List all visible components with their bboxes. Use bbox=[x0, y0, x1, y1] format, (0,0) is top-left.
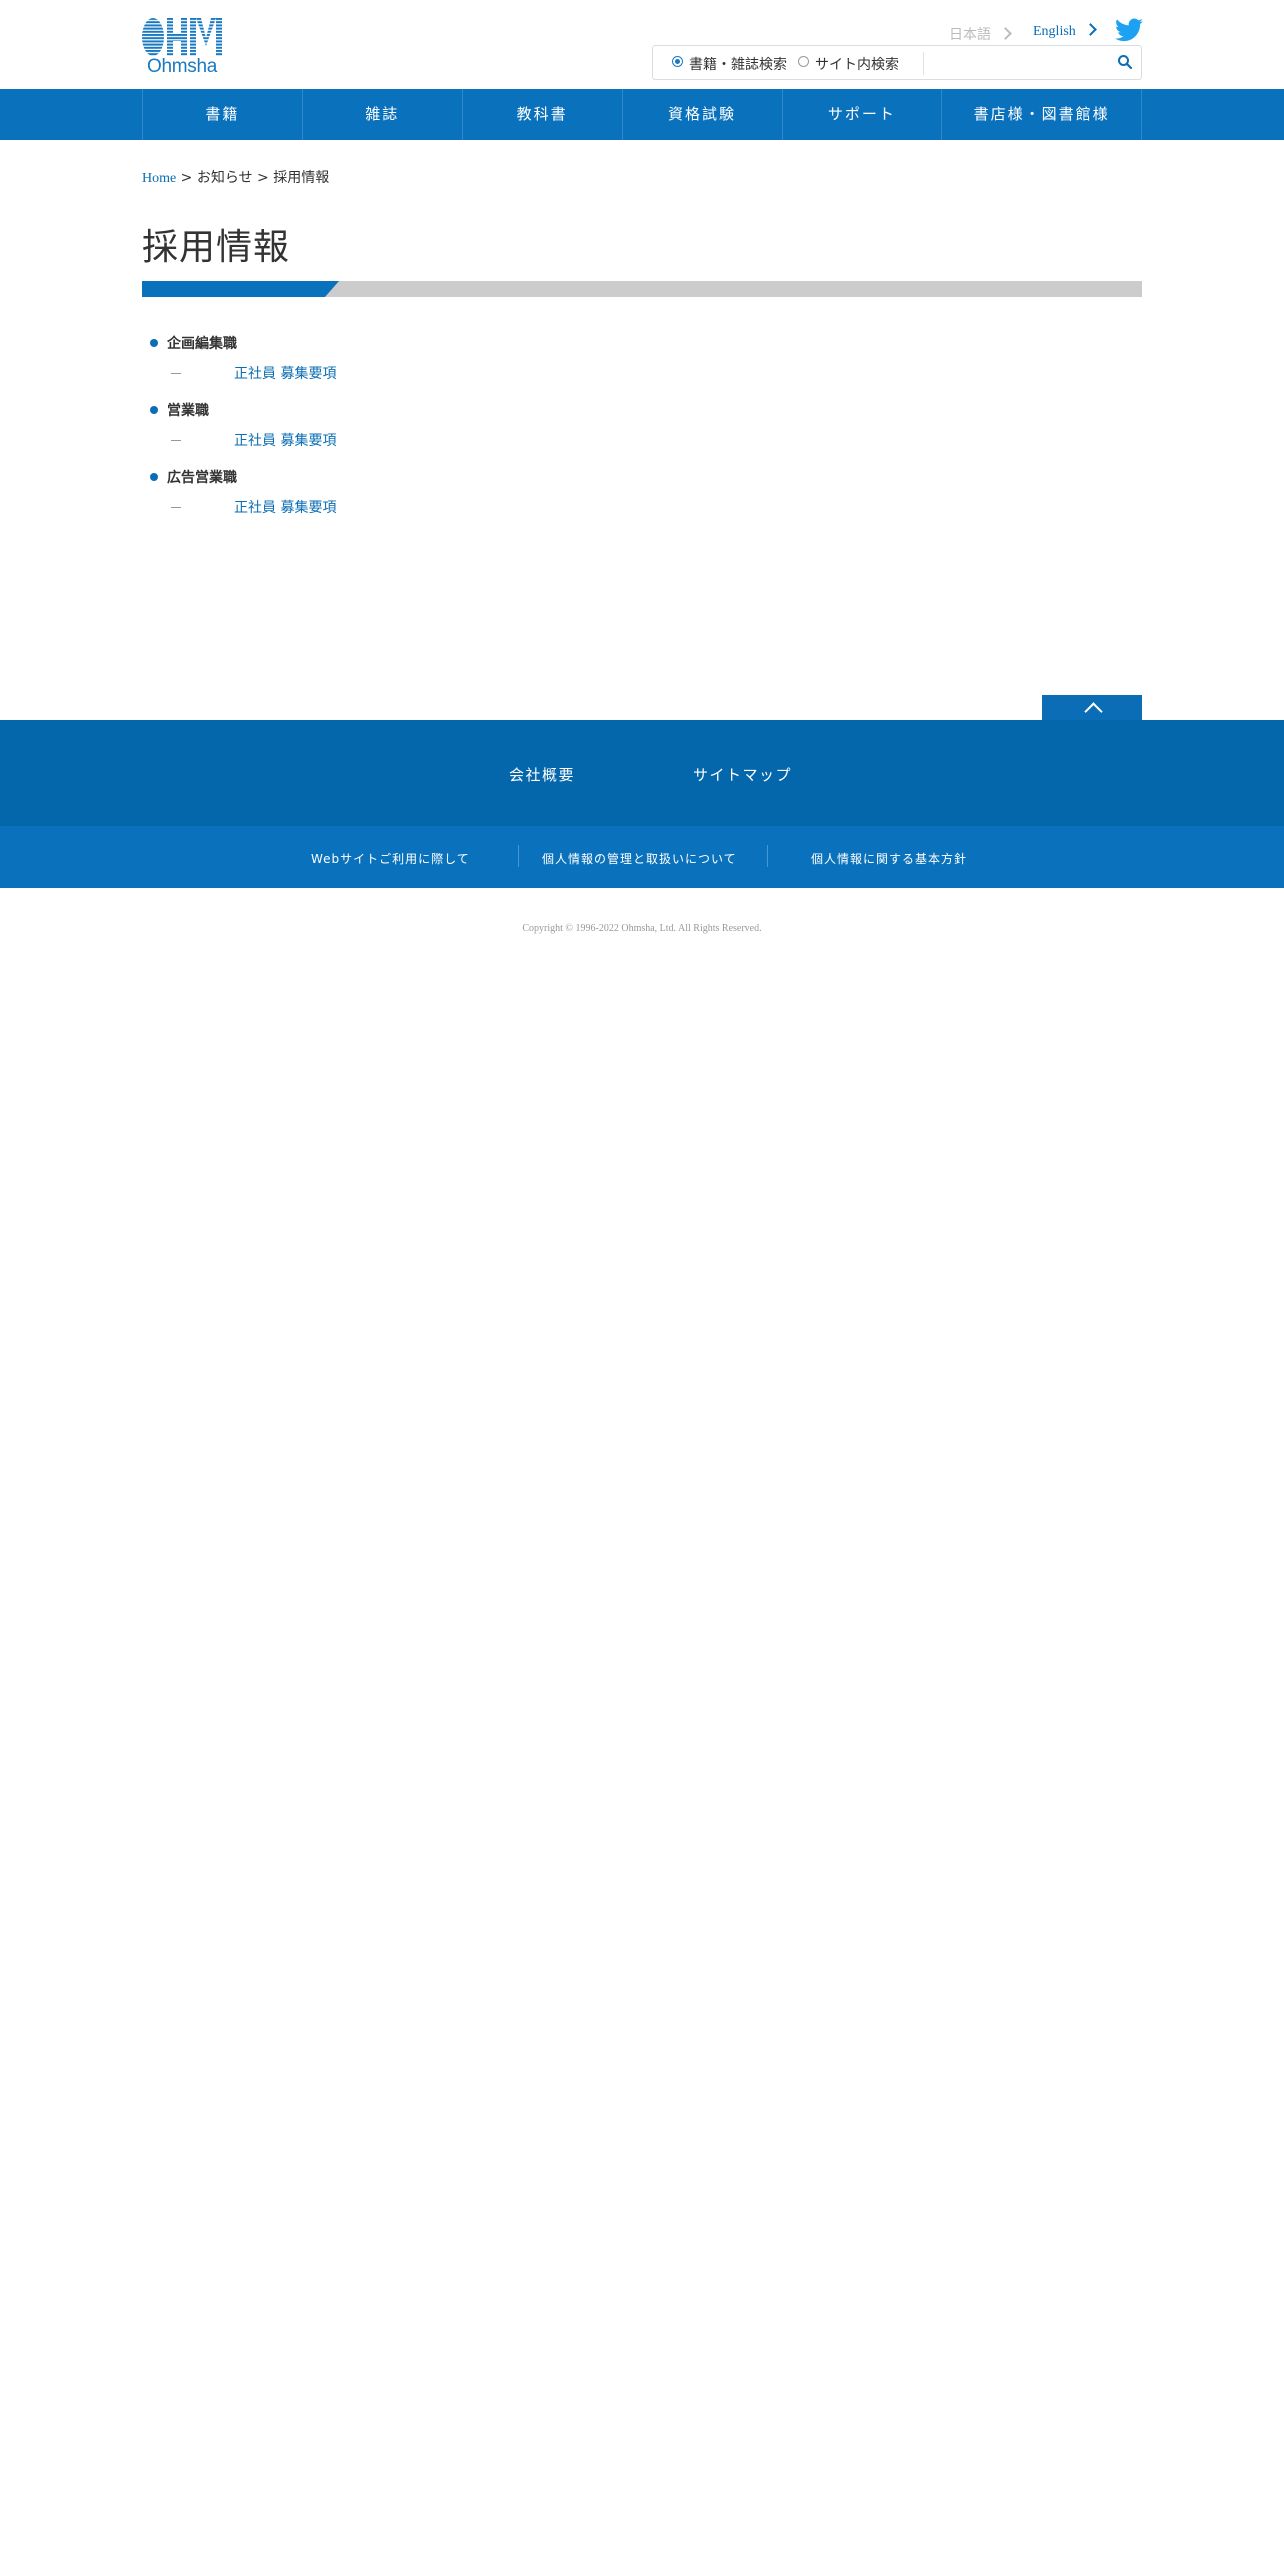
list-item: 営業職 正社員 募集要項 bbox=[150, 400, 750, 467]
list-item: 広告営業職 正社員 募集要項 bbox=[150, 467, 750, 534]
chevron-right-icon bbox=[999, 27, 1012, 40]
footer-link-terms[interactable]: Webサイトご利用に際して bbox=[311, 850, 470, 867]
bullet-icon bbox=[150, 473, 158, 481]
page-top-button[interactable] bbox=[1042, 695, 1142, 721]
copyright: Copyright © 1996-2022 Ohmsha, Ltd. All R… bbox=[522, 923, 762, 934]
search-box: 書籍・雑誌検索 サイト内検索 bbox=[652, 45, 1142, 80]
footer-link-privacy-policy[interactable]: 個人情報に関する基本方針 bbox=[811, 850, 967, 867]
lang-english-link[interactable]: English bbox=[1033, 23, 1097, 40]
dash-icon bbox=[171, 440, 181, 441]
footer-link-privacy-handling[interactable]: 個人情報の管理と取扱いについて bbox=[542, 850, 737, 867]
footer-secondary: Webサイトご利用に際して 個人情報の管理と取扱いについて 個人情報に関する基本… bbox=[0, 826, 1284, 888]
breadcrumb-current: 採用情報 bbox=[273, 170, 330, 186]
bullet-icon bbox=[150, 339, 158, 347]
footer-divider bbox=[767, 845, 768, 867]
ohmsha-logo[interactable]: Ohmsha bbox=[142, 18, 222, 80]
job-requirements-link[interactable]: 正社員 募集要項 bbox=[234, 363, 336, 383]
twitter-icon bbox=[1115, 18, 1143, 42]
dash-icon bbox=[171, 507, 181, 508]
nav-item-magazines[interactable]: 雑誌 bbox=[303, 89, 463, 140]
twitter-link[interactable] bbox=[1115, 18, 1143, 42]
ohm-logo-icon bbox=[142, 18, 222, 56]
nav-item-textbooks[interactable]: 教科書 bbox=[463, 89, 623, 140]
breadcrumb-home[interactable]: Home bbox=[142, 171, 176, 186]
breadcrumb: Home > お知らせ > 採用情報 bbox=[142, 167, 329, 187]
footer-link-sitemap[interactable]: サイトマップ bbox=[693, 764, 792, 785]
radio-books-label[interactable]: 書籍・雑誌検索 bbox=[689, 54, 787, 74]
footer-primary: 会社概要 サイトマップ bbox=[0, 720, 1284, 826]
bullet-icon bbox=[150, 406, 158, 414]
job-requirements-link[interactable]: 正社員 募集要項 bbox=[234, 430, 336, 450]
radio-books-search[interactable] bbox=[672, 56, 683, 67]
dash-icon bbox=[171, 373, 181, 374]
breadcrumb-separator: > bbox=[252, 170, 274, 186]
search-input[interactable] bbox=[923, 52, 1106, 75]
radio-site-search[interactable] bbox=[798, 56, 809, 67]
page-title: 採用情報 bbox=[142, 227, 291, 268]
logo-wordmark: Ohmsha bbox=[146, 56, 217, 77]
global-nav: 書籍 雑誌 教科書 資格試験 サポート 書店様・図書館様 bbox=[0, 89, 1284, 140]
radio-site-label[interactable]: サイト内検索 bbox=[815, 54, 899, 74]
lang-english-label: English bbox=[1033, 24, 1076, 39]
nav-item-books[interactable]: 書籍 bbox=[143, 89, 303, 140]
chevron-right-icon bbox=[1083, 23, 1097, 36]
chevron-up-icon bbox=[1084, 702, 1103, 721]
lang-japanese-label: 日本語 bbox=[949, 27, 991, 43]
footer-link-company[interactable]: 会社概要 bbox=[509, 764, 575, 785]
breadcrumb-news[interactable]: お知らせ bbox=[197, 170, 253, 186]
nav-item-support[interactable]: サポート bbox=[783, 89, 943, 140]
job-list: 企画編集職 正社員 募集要項 営業職 正社員 募集要項 広告営業職 正社員 募集… bbox=[150, 333, 750, 534]
nav-item-certification[interactable]: 資格試験 bbox=[623, 89, 783, 140]
nav-item-bookstores-libraries[interactable]: 書店様・図書館様 bbox=[942, 89, 1142, 140]
lang-japanese-link[interactable]: 日本語 bbox=[949, 24, 1012, 44]
breadcrumb-separator: > bbox=[176, 170, 197, 186]
job-title: 営業職 bbox=[167, 403, 209, 419]
job-title: 企画編集職 bbox=[167, 336, 237, 352]
job-requirements-link[interactable]: 正社員 募集要項 bbox=[234, 497, 336, 517]
search-icon bbox=[1118, 55, 1133, 70]
title-underline-bar bbox=[142, 281, 1142, 297]
job-title: 広告営業職 bbox=[167, 470, 237, 486]
footer-divider bbox=[518, 845, 519, 867]
list-item: 企画編集職 正社員 募集要項 bbox=[150, 333, 750, 400]
search-button[interactable] bbox=[1117, 54, 1133, 70]
